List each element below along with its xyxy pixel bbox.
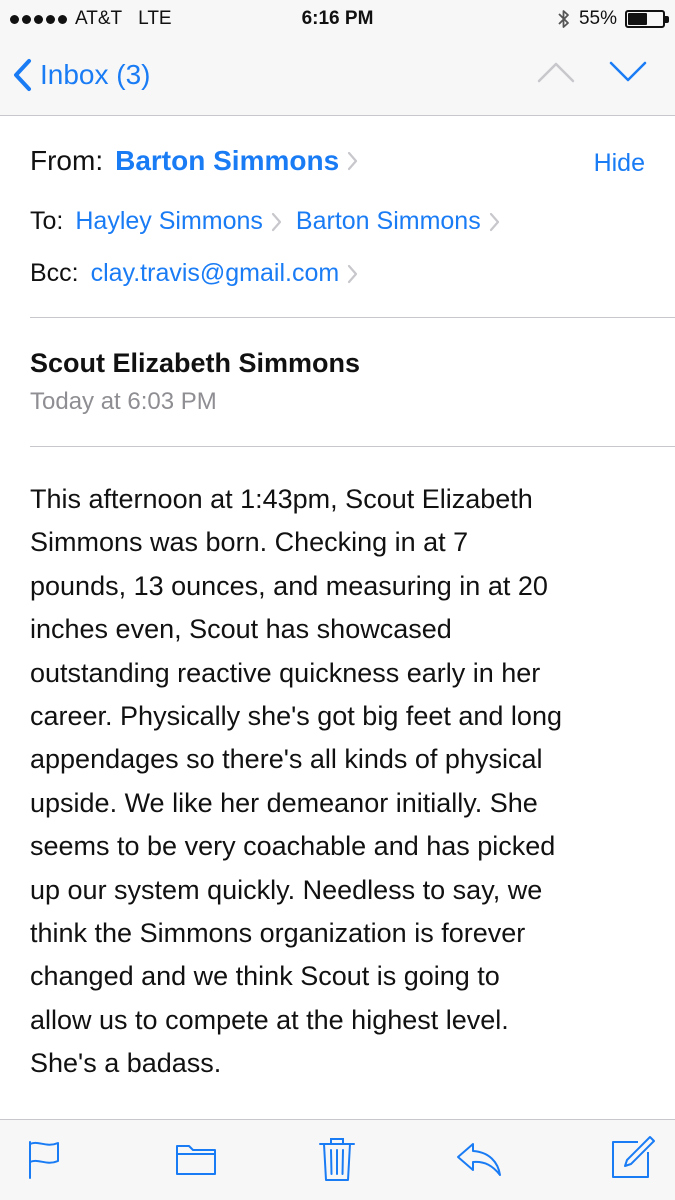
to-recipient-name: Hayley Simmons [75,207,263,235]
status-bar: AT&T LTE 6:16 PM 55% [0,0,675,38]
to-recipient-name: Barton Simmons [295,207,481,235]
from-label: From: [30,145,104,176]
chevron-up-icon[interactable] [537,60,575,84]
bcc-label: Bcc: [30,259,79,287]
body-line: seems to be very coachable and has picke… [30,831,556,862]
chevron-left-icon [14,59,31,91]
navigation-bar: Inbox (3) [0,38,675,116]
to-contact[interactable]: Barton Simmons [296,207,514,236]
status-right: 55% [557,8,669,30]
reply-icon[interactable] [455,1138,503,1178]
message-date: Today at 6:03 PM [30,388,217,415]
to-label: To: [30,207,64,235]
message-nav-arrows [537,60,647,84]
body-line: She's a badass. [30,1048,222,1079]
from-name: Barton Simmons [115,145,340,176]
chevron-down-icon[interactable] [609,60,647,84]
bottom-toolbar [0,1119,675,1200]
message-body: This afternoon at 1:43pm, Scout Elizabet… [30,478,655,1086]
bcc-recipient: clay.travis@gmail.com [90,259,340,287]
body-line: pounds, 13 ounces, and measuring in at 2… [30,570,548,601]
body-line: changed and we think Scout is going to [30,961,500,992]
body-line: appendages so there's all kinds of physi… [30,744,543,775]
body-line: think the Simmons organization is foreve… [30,918,526,949]
flag-icon[interactable] [26,1138,62,1180]
body-line: This afternoon at 1:43pm, Scout Elizabet… [30,484,533,514]
battery-icon [625,10,669,28]
chevron-right-icon [348,151,358,171]
bluetooth-icon [558,10,569,28]
folder-icon[interactable] [175,1138,217,1178]
from-row: From: Barton Simmons [30,145,372,177]
to-row: To: Hayley Simmons Barton Simmons [30,207,514,236]
body-line: outstanding reactive quickness early in … [30,657,541,688]
body-line: Simmons was born. Checking in at 7 [30,527,469,558]
bcc-row: Bcc: clay.travis@gmail.com [30,259,372,288]
header-divider [30,317,675,318]
from-contact[interactable]: Barton Simmons [115,145,372,177]
compose-icon[interactable] [610,1134,656,1180]
chevron-right-icon [489,212,499,231]
back-label: Inbox (3) [40,59,151,90]
to-contact[interactable]: Hayley Simmons [75,207,296,236]
bcc-contact[interactable]: clay.travis@gmail.com [91,259,373,288]
body-line: allow us to compete at the highest level… [30,1004,509,1035]
body-line: up our system quickly. Needless to say, … [30,874,543,905]
body-line: inches even, Scout has showcased [30,614,452,645]
battery-percent: 55% [578,8,617,29]
subject-divider [30,446,675,447]
trash-icon[interactable] [318,1136,356,1182]
back-to-inbox-button[interactable]: Inbox (3) [12,58,151,92]
chevron-right-icon [348,264,358,283]
body-line: career. Physically she's got big feet an… [30,701,562,732]
body-line: upside. We like her demeanor initially. … [30,787,538,818]
chevron-right-icon [271,212,282,231]
hide-button[interactable]: Hide [594,149,645,178]
message-subject: Scout Elizabeth Simmons [30,348,361,378]
